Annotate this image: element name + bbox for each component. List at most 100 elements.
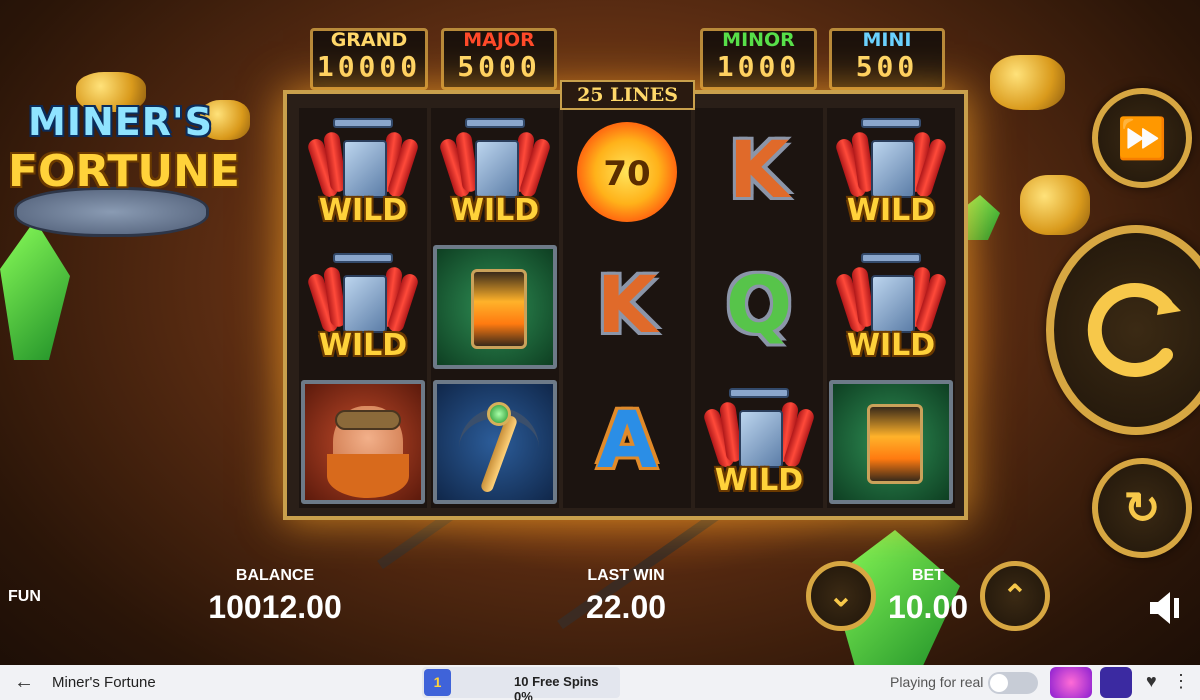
real-money-toggle[interactable]: [988, 672, 1038, 694]
reel-1: WILD WILD: [299, 108, 427, 508]
symbol-wild: WILD: [827, 243, 955, 373]
jackpot-mini: MINI 500: [829, 28, 945, 90]
jackpot-major: MAJOR 5000: [441, 28, 557, 90]
letter-k: K: [728, 126, 790, 216]
reel-4: K Q WILD: [695, 108, 823, 508]
heart-icon: ♥: [1146, 671, 1157, 691]
bet-value: 10.00: [887, 589, 969, 625]
logo-line-1: MINER'S: [28, 100, 213, 144]
symbol-wild: WILD: [431, 108, 559, 238]
menu-icon: ⋮: [1172, 671, 1190, 691]
dynamite-icon: [702, 388, 816, 474]
last-win-label: LAST WIN: [587, 567, 665, 584]
promo-badge: 1: [424, 669, 451, 696]
bet-label: BET: [912, 567, 944, 584]
dynamite-icon: [438, 118, 552, 204]
jackpot-value: 500: [855, 50, 919, 83]
gold-nugget: [990, 55, 1065, 110]
jackpot-minor: MINOR 1000: [700, 28, 817, 90]
beard-icon: [327, 454, 409, 498]
logo-line-2: FORTUNE: [8, 146, 240, 197]
symbol-a: A: [563, 378, 691, 508]
piggy-bank-icon[interactable]: [1100, 667, 1132, 698]
playing-for-real-label: Playing for real: [890, 674, 984, 690]
symbol-q: Q: [695, 243, 823, 373]
reel-5: WILD WILD: [827, 108, 955, 508]
menu-button[interactable]: ⋮: [1172, 671, 1190, 692]
dynamite-icon: [834, 118, 948, 204]
lantern-icon: [471, 269, 527, 349]
speaker-icon: [1150, 592, 1179, 624]
balance-value: 10012.00: [208, 589, 342, 625]
mode-label: FUN: [8, 588, 41, 605]
goggles-icon: [335, 410, 401, 430]
lantern-tile: [433, 245, 557, 369]
sound-button[interactable]: [1148, 588, 1182, 628]
chevron-up-icon: ⌃: [1002, 579, 1028, 613]
spin-button[interactable]: [1046, 225, 1200, 435]
autoplay-icon: ↻: [1123, 483, 1161, 533]
promo-text: 10 Free Spins 0%: [514, 674, 599, 700]
autoplay-button[interactable]: ↻: [1092, 458, 1192, 558]
reel-3: 70 K A: [563, 108, 691, 508]
miner-tile: [301, 380, 425, 504]
letter-a: A: [596, 396, 658, 486]
jackpot-grand: GRAND 10000: [310, 28, 428, 90]
symbol-wild: WILD: [299, 108, 427, 238]
wild-label: WILD: [846, 328, 936, 363]
footer-bar: ← Miner's Fortune 1 10 Free Spins 0% Pla…: [0, 665, 1200, 700]
bet-decrease-button[interactable]: ⌄: [806, 561, 876, 631]
letter-q: Q: [725, 261, 793, 351]
fast-forward-icon: ⏩: [1117, 116, 1167, 161]
symbol-miner: [299, 378, 427, 508]
back-button[interactable]: ←: [14, 671, 34, 694]
symbol-k: K: [695, 108, 823, 238]
arrow-left-icon: ←: [14, 671, 34, 693]
lantern-tile: [829, 380, 953, 504]
symbol-k: K: [563, 243, 691, 373]
jackpot-value: 10000: [316, 50, 422, 83]
symbol-coin: 70: [563, 108, 691, 238]
wild-label: WILD: [318, 193, 408, 228]
dynamite-icon: [306, 253, 420, 339]
chevron-down-icon: ⌄: [828, 579, 854, 613]
toggle-knob: [990, 674, 1008, 692]
game-logo: MINER'S FORTUNE: [6, 72, 240, 247]
paylines-label: 25 LINES: [560, 80, 695, 110]
jackpot-label: GRAND: [330, 29, 408, 51]
footer-game-title: Miner's Fortune: [52, 674, 156, 691]
symbol-wild: WILD: [299, 243, 427, 373]
wild-label: WILD: [318, 328, 408, 363]
balance-label: BALANCE: [235, 567, 315, 584]
coin-value: 70: [603, 154, 651, 194]
bet-increase-button[interactable]: ⌃: [980, 561, 1050, 631]
spin-icon: [1054, 233, 1200, 427]
game-stage: MINER'S FORTUNE GRAND 10000 MAJOR 5000 M…: [0, 0, 1200, 665]
wild-label: WILD: [714, 463, 804, 498]
symbol-wild: WILD: [827, 108, 955, 238]
jackpot-value: 5000: [457, 50, 541, 83]
dynamite-icon: [306, 118, 420, 204]
pickaxe-tile: [433, 380, 557, 504]
gold-nugget: [1020, 175, 1090, 235]
letter-k: K: [596, 261, 658, 351]
jackpot-label: MINOR: [722, 29, 795, 51]
free-spins-promo[interactable]: 1 10 Free Spins 0%: [422, 667, 620, 700]
symbol-lantern: [827, 378, 955, 508]
jackpot-label: MAJOR: [463, 29, 535, 51]
dynamite-icon: [834, 253, 948, 339]
reel-2: WILD: [431, 108, 559, 508]
symbol-wild: WILD: [695, 378, 823, 508]
favorite-button[interactable]: ♥: [1146, 671, 1157, 692]
symbol-pickaxe: [431, 378, 559, 508]
jackpotz-badge-icon[interactable]: [1050, 667, 1092, 698]
wild-label: WILD: [450, 193, 540, 228]
reel-frame: WILD WILD WILD 70 K A K Q WILD WILD WILD: [283, 90, 968, 520]
jackpot-value: 1000: [716, 50, 801, 83]
jackpot-label: MINI: [862, 29, 912, 51]
lantern-icon: [867, 404, 923, 484]
fast-forward-button[interactable]: ⏩: [1092, 88, 1192, 188]
symbol-lantern: [431, 243, 559, 373]
last-win-value: 22.00: [585, 589, 667, 625]
wild-label: WILD: [846, 193, 936, 228]
